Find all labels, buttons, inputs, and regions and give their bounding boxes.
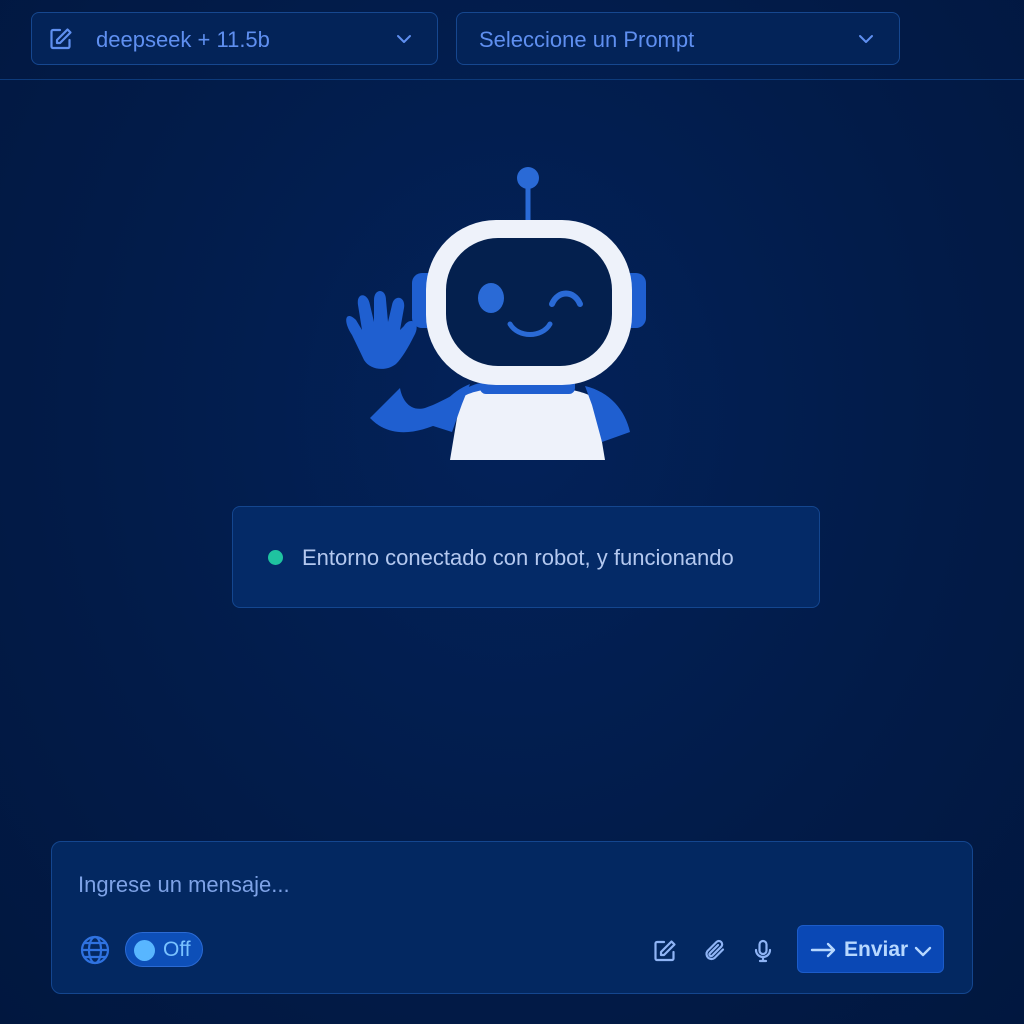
send-button-label: Enviar bbox=[844, 938, 909, 961]
message-composer: Off Enviar bbox=[51, 841, 973, 994]
edit-icon[interactable] bbox=[652, 938, 678, 964]
toggle-knob bbox=[134, 940, 155, 961]
toggle-label: Off bbox=[163, 938, 191, 961]
globe-icon[interactable] bbox=[79, 934, 111, 966]
app-window: deepseek + 11.5b Seleccione un Prompt En… bbox=[0, 0, 1024, 1024]
send-button[interactable]: Enviar bbox=[797, 925, 944, 973]
microphone-icon[interactable] bbox=[750, 938, 776, 964]
status-banner: Entorno conectado con robot, y funcionan… bbox=[232, 506, 820, 608]
message-input[interactable] bbox=[78, 868, 938, 902]
robot-illustration bbox=[346, 167, 646, 460]
status-text: Entorno conectado con robot, y funcionan… bbox=[302, 545, 734, 570]
chevron-down-icon bbox=[397, 35, 411, 43]
prompt-select-label: Seleccione un Prompt bbox=[479, 27, 695, 52]
chevron-down-icon bbox=[859, 35, 873, 43]
model-select[interactable]: deepseek + 11.5b bbox=[31, 12, 438, 65]
top-toolbar: deepseek + 11.5b Seleccione un Prompt bbox=[0, 0, 1024, 80]
arrow-right-icon bbox=[810, 942, 836, 958]
prompt-select[interactable]: Seleccione un Prompt bbox=[456, 12, 900, 65]
chevron-down-icon bbox=[914, 946, 932, 957]
edit-icon bbox=[50, 28, 72, 50]
status-indicator-dot bbox=[268, 550, 283, 565]
paperclip-icon[interactable] bbox=[702, 938, 728, 964]
model-select-label: deepseek + 11.5b bbox=[96, 27, 270, 52]
web-search-toggle[interactable]: Off bbox=[125, 932, 203, 967]
